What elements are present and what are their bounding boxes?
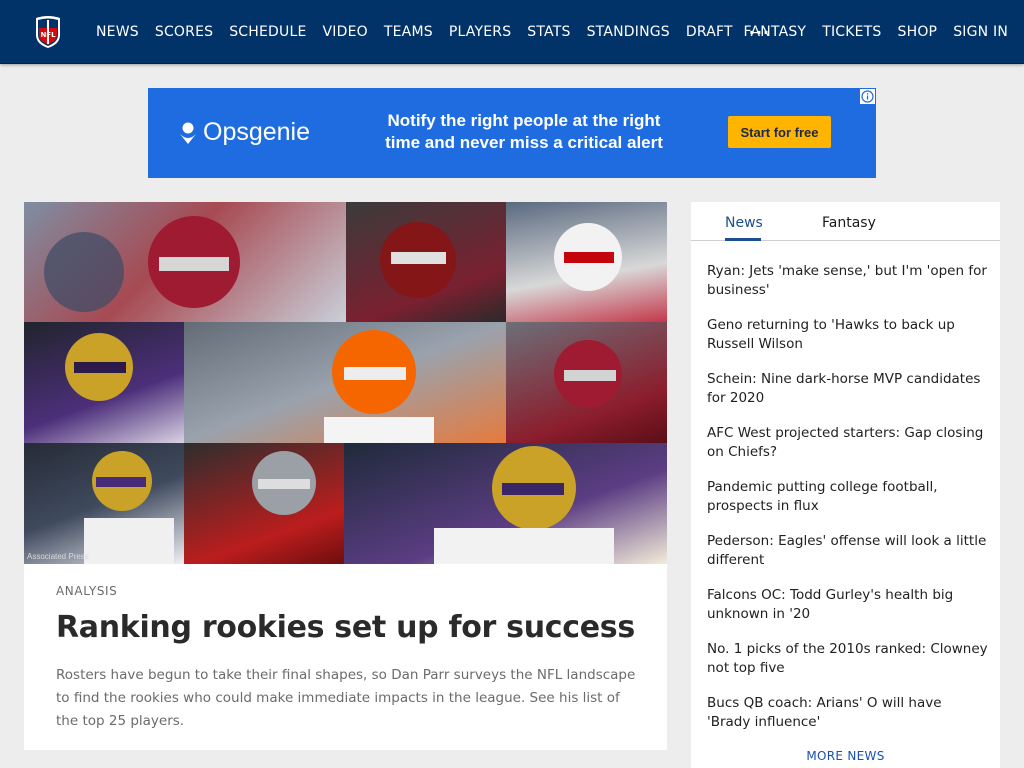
- collage-tile: [24, 202, 346, 322]
- list-item[interactable]: Ryan: Jets 'make sense,' but I'm 'open f…: [707, 262, 989, 316]
- news-sidebar: News Fantasy Ryan: Jets 'make sense,' bu…: [691, 202, 1000, 768]
- nav-scores[interactable]: SCORES: [147, 24, 221, 40]
- collage-tile: [184, 443, 344, 564]
- opsgenie-pin-icon: [180, 122, 196, 144]
- secondary-nav: FANTASY TICKETS SHOP SIGN IN: [735, 0, 1016, 64]
- tab-fantasy[interactable]: Fantasy: [822, 215, 876, 231]
- ad-cta-button[interactable]: Start for free: [728, 116, 831, 148]
- more-news-link[interactable]: MORE NEWS: [691, 749, 1000, 763]
- headline-list: Ryan: Jets 'make sense,' but I'm 'open f…: [707, 262, 989, 748]
- adchoices-info-icon[interactable]: [860, 89, 875, 104]
- nav-draft[interactable]: DRAFT: [678, 24, 741, 40]
- nav-news[interactable]: NEWS: [88, 24, 147, 40]
- active-tab-indicator: [725, 238, 761, 241]
- primary-nav: NEWS SCORES SCHEDULE VIDEO TEAMS PLAYERS…: [88, 0, 778, 64]
- nav-standings[interactable]: STANDINGS: [579, 24, 678, 40]
- nav-shop[interactable]: SHOP: [890, 24, 946, 40]
- hero-story-card: Associated Press ANALYSIS Ranking rookie…: [24, 202, 667, 750]
- ad-brand-name: Opsgenie: [203, 118, 311, 146]
- list-item[interactable]: Falcons OC: Todd Gurley's health big unk…: [707, 586, 989, 640]
- ad-banner[interactable]: Opsgenie Notify the right people at the …: [148, 88, 876, 178]
- story-headline[interactable]: Ranking rookies set up for success: [56, 610, 635, 645]
- collage-tile: [346, 202, 506, 322]
- collage-tile: [184, 322, 506, 443]
- sidebar-tabs: News Fantasy: [691, 202, 1000, 241]
- list-item[interactable]: Pederson: Eagles' offense will look a li…: [707, 532, 989, 586]
- story-eyebrow: ANALYSIS: [56, 584, 118, 598]
- nav-stats[interactable]: STATS: [519, 24, 578, 40]
- nav-schedule[interactable]: SCHEDULE: [221, 24, 314, 40]
- hero-image[interactable]: Associated Press: [24, 202, 667, 564]
- nav-fantasy[interactable]: FANTASY: [735, 24, 814, 40]
- tab-news[interactable]: News: [725, 215, 763, 231]
- top-nav: NFL NEWS SCORES SCHEDULE VIDEO TEAMS PLA…: [0, 0, 1024, 64]
- list-item[interactable]: Bucs QB coach: Arians' O will have 'Brad…: [707, 694, 989, 748]
- nav-teams[interactable]: TEAMS: [376, 24, 441, 40]
- nav-sign-in[interactable]: SIGN IN: [945, 24, 1016, 40]
- story-dek: Rosters have begun to take their final s…: [56, 667, 636, 729]
- ad-message: Notify the right people at the right tim…: [385, 111, 663, 152]
- list-item[interactable]: Geno returning to 'Hawks to back up Russ…: [707, 316, 989, 370]
- collage-tile: [506, 322, 667, 443]
- svg-text:NFL: NFL: [40, 31, 56, 39]
- nav-tickets[interactable]: TICKETS: [814, 24, 889, 40]
- collage-tile: [24, 443, 184, 564]
- list-item[interactable]: Schein: Nine dark-horse MVP candidates f…: [707, 370, 989, 424]
- list-item[interactable]: AFC West projected starters: Gap closing…: [707, 424, 989, 478]
- list-item[interactable]: No. 1 picks of the 2010s ranked: Clowney…: [707, 640, 989, 694]
- nfl-shield-logo-icon[interactable]: NFL: [34, 15, 62, 49]
- nav-players[interactable]: PLAYERS: [441, 24, 519, 40]
- photo-credit: Associated Press: [27, 552, 89, 561]
- list-item[interactable]: Pandemic putting college football, prosp…: [707, 478, 989, 532]
- collage-tile: [24, 322, 184, 443]
- collage-tile: [344, 443, 667, 564]
- nav-video[interactable]: VIDEO: [315, 24, 376, 40]
- ad-brand: Opsgenie: [178, 118, 310, 147]
- collage-tile: [506, 202, 667, 322]
